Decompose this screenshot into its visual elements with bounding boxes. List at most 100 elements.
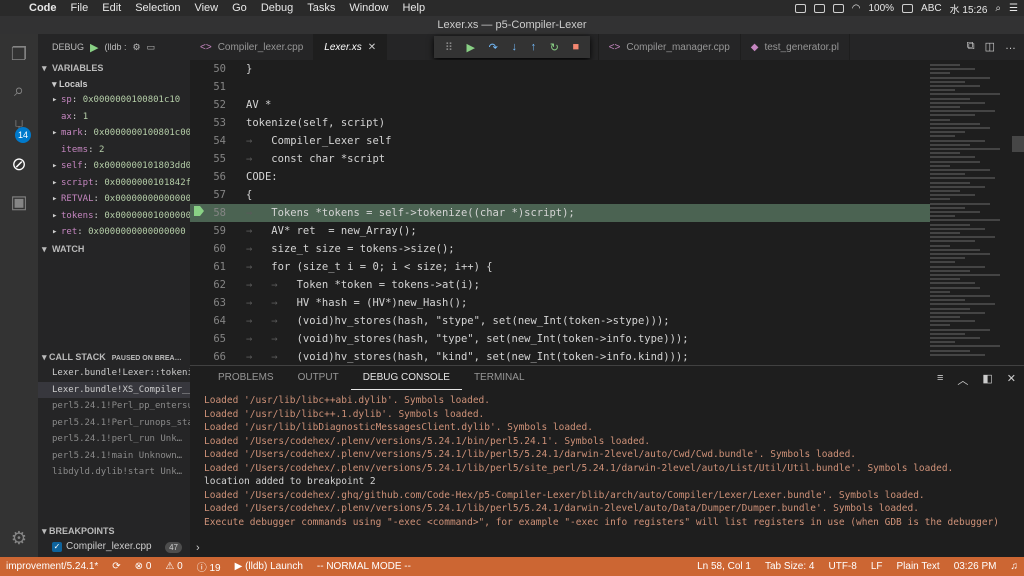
explorer-icon[interactable]: ❐: [7, 42, 31, 66]
minimap[interactable]: [930, 60, 1024, 365]
stop-icon[interactable]: ■: [573, 41, 580, 53]
menu-selection[interactable]: Selection: [128, 2, 187, 14]
variable-row[interactable]: ▸ ret: 0x0000000000000000: [38, 224, 190, 241]
debug-floating-toolbar: ⠿ ▶ ↷ ↓ ↑ ↻ ■: [434, 36, 590, 58]
code-line: 58 → Tokens *tokens = self->tokenize((cha…: [190, 204, 930, 222]
tab-size[interactable]: Tab Size: 4: [765, 561, 814, 572]
panel-tab[interactable]: PROBLEMS: [206, 366, 286, 390]
variable-row[interactable]: ▸ self: 0x0000000101803dd0: [38, 158, 190, 175]
split-editor-icon[interactable]: ◫: [985, 40, 995, 53]
menu-help[interactable]: Help: [395, 2, 432, 14]
clock[interactable]: 水 15:26: [950, 1, 988, 16]
bell-icon[interactable]: ♫: [1011, 561, 1019, 572]
code-text: const char *script: [271, 153, 386, 165]
encoding[interactable]: UTF-8: [828, 561, 856, 572]
menu-window[interactable]: Window: [342, 2, 395, 14]
dropbox-icon[interactable]: [832, 3, 844, 13]
search-icon[interactable]: ⌕: [7, 78, 31, 102]
continue-icon[interactable]: ▶: [467, 41, 475, 54]
info-count[interactable]: ⓘ 19: [197, 559, 221, 574]
menu-file[interactable]: File: [64, 2, 96, 14]
step-into-icon[interactable]: ↓: [511, 41, 517, 53]
stack-frame[interactable]: Lexer.bundle!Lexer::tokenize: [38, 365, 190, 382]
menu-debug[interactable]: Debug: [254, 2, 300, 14]
editor-tab[interactable]: Lexer.xs ✕: [314, 34, 388, 60]
stack-frame[interactable]: Lexer.bundle!XS_Compiler__Le: [38, 381, 190, 398]
debug-config-select[interactable]: (lldb :: [104, 42, 126, 52]
editor-tab[interactable]: <> Compiler_lexer.cpp: [190, 34, 315, 60]
variable-row[interactable]: items: 2: [38, 142, 190, 159]
variable-row[interactable]: ▸ sp: 0x0000000100801c10: [38, 92, 190, 109]
camera-icon[interactable]: [794, 3, 806, 13]
stack-frame[interactable]: perl5.24.1!main Unknown…: [38, 448, 190, 465]
step-over-icon[interactable]: ↷: [489, 41, 498, 54]
stack-frame[interactable]: perl5.24.1!Perl_runops_stand: [38, 415, 190, 432]
gear-icon[interactable]: ⚙: [133, 42, 141, 53]
debug-icon[interactable]: ⊘: [7, 152, 31, 176]
language-mode[interactable]: Plain Text: [897, 561, 940, 572]
locals-scope[interactable]: ▾ Locals: [38, 76, 190, 92]
extensions-icon[interactable]: ▣: [7, 190, 31, 214]
battery-percent[interactable]: 100%: [868, 3, 894, 14]
drag-handle-icon[interactable]: ⠿: [445, 41, 453, 54]
cursor-position[interactable]: Ln 58, Col 1: [697, 561, 751, 572]
more-actions-icon[interactable]: …: [1005, 40, 1016, 53]
menu-go[interactable]: Go: [225, 2, 254, 14]
stack-frame[interactable]: perl5.24.1!Perl_pp_entersub: [38, 398, 190, 415]
menu-list-icon[interactable]: ☰: [1009, 3, 1018, 14]
breakpoint-item[interactable]: ✓ Compiler_lexer.cpp 47: [38, 539, 190, 555]
menu-view[interactable]: View: [187, 2, 225, 14]
clear-console-icon[interactable]: ≡: [937, 372, 943, 388]
open-console-icon[interactable]: ▭: [147, 42, 156, 53]
minimap-line: [930, 244, 950, 247]
clipboard-icon[interactable]: [813, 3, 825, 13]
minimap-line: [930, 194, 975, 197]
variable-row[interactable]: ▸tokens: 0x0000000100000000: [38, 208, 190, 225]
input-source[interactable]: ABC: [921, 3, 942, 14]
restart-icon[interactable]: ↻: [550, 41, 559, 54]
breakpoints-header[interactable]: ▾ BREAKPOINTS: [38, 523, 190, 539]
variable-row[interactable]: ▸RETVAL: 0x0000000000000003: [38, 191, 190, 208]
close-icon[interactable]: ✕: [1007, 372, 1016, 388]
battery-icon[interactable]: [902, 3, 914, 13]
variables-list: ▸ sp: 0x0000000100801c10 ax: 1 ▸ mark: 0x000…: [38, 92, 190, 241]
checkbox-checked-icon[interactable]: ✓: [52, 542, 62, 552]
variable-row[interactable]: ▸ mark: 0x0000000100801c00: [38, 125, 190, 142]
wifi-icon[interactable]: ◠: [852, 3, 861, 14]
sync-icon[interactable]: ⟳: [112, 561, 120, 572]
variable-row[interactable]: ▸script: 0x0000000101842f0…: [38, 175, 190, 192]
compare-icon[interactable]: ⧉: [967, 40, 975, 53]
step-out-icon[interactable]: ↑: [531, 41, 537, 53]
variable-row[interactable]: ax: 1: [38, 109, 190, 126]
console-input-prompt[interactable]: ›: [196, 542, 200, 554]
panel-tab[interactable]: TERMINAL: [462, 366, 537, 390]
search-icon[interactable]: ⌕: [995, 3, 1001, 14]
error-count[interactable]: ⊗ 0: [135, 561, 152, 572]
menu-app-code[interactable]: Code: [22, 2, 64, 14]
launch-config[interactable]: ▶ (lldb) Launch: [235, 561, 303, 572]
close-icon[interactable]: ✕: [368, 42, 376, 53]
menu-edit[interactable]: Edit: [95, 2, 128, 14]
editor-tab[interactable]: ◆ test_generator.pl: [741, 34, 850, 60]
start-debugging-icon[interactable]: ▶: [90, 41, 98, 54]
menu-tasks[interactable]: Tasks: [300, 2, 342, 14]
variables-header[interactable]: ▾ VARIABLES: [38, 60, 190, 76]
panel-tab[interactable]: DEBUG CONSOLE: [350, 366, 462, 390]
editor-tab[interactable]: <> Compiler_manager.cpp: [599, 34, 741, 60]
stack-frame[interactable]: libdyld.dylib!start Unk…: [38, 464, 190, 481]
panel-tab[interactable]: OUTPUT: [286, 366, 351, 390]
chevron-up-icon[interactable]: ︿: [957, 372, 968, 388]
call-stack-header[interactable]: ▾ CALL STACK PAUSED ON BREA…: [38, 349, 190, 365]
code-line: 63 → → HV *hash = (HV*)new_Hash();: [190, 294, 930, 312]
code-line: 66 → → (void)hv_stores(hash, "kind", set(…: [190, 348, 930, 365]
gear-icon[interactable]: ⚙: [7, 526, 31, 550]
warning-count[interactable]: ⚠ 0: [165, 561, 182, 572]
watch-header[interactable]: ▾ WATCH: [38, 241, 190, 257]
git-branch[interactable]: improvement/5.24.1*: [6, 561, 98, 572]
end-of-line[interactable]: LF: [871, 561, 883, 572]
maximize-panel-icon[interactable]: ◧: [982, 372, 992, 388]
minimap-line: [930, 185, 985, 188]
editor-scrollbar[interactable]: [1012, 136, 1024, 152]
code-editor[interactable]: 50} 51 52 AV * 53 tokenize(self, script) 54 → C…: [190, 60, 930, 365]
stack-frame[interactable]: perl5.24.1!perl_run Unk…: [38, 431, 190, 448]
